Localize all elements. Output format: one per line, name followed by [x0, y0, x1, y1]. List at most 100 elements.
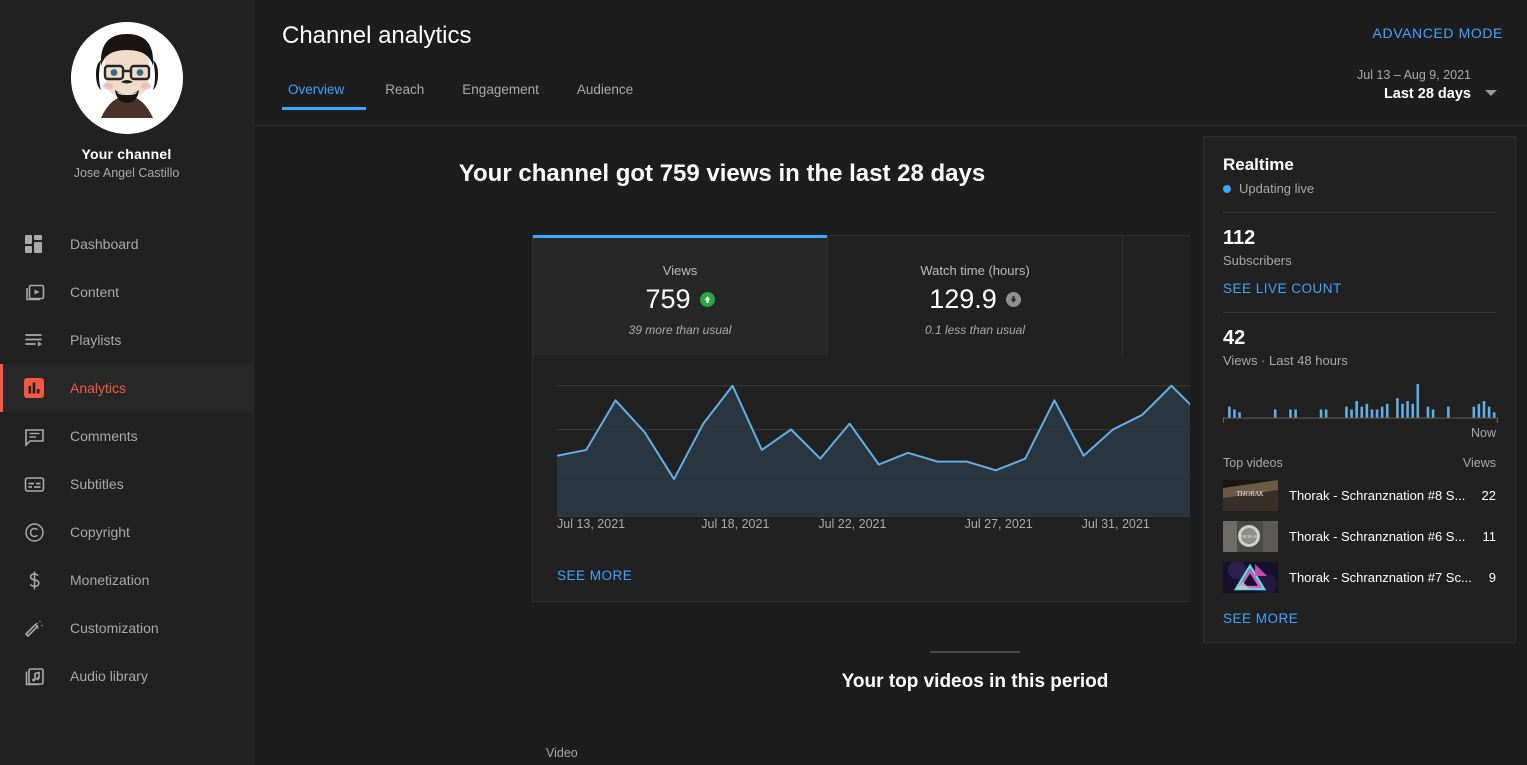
realtime-see-more-link[interactable]: SEE MORE — [1223, 611, 1496, 626]
content-icon — [22, 280, 46, 304]
svg-text:THORAK: THORAK — [1236, 490, 1264, 498]
live-dot-icon — [1223, 185, 1231, 193]
chart-see-more-link[interactable]: SEE MORE — [557, 568, 632, 583]
sidebar-item-label: Copyright — [70, 524, 130, 540]
tab-reach[interactable]: Reach — [366, 82, 443, 110]
sidebar-item-label: Dashboard — [70, 236, 139, 252]
views-chart-svg — [557, 377, 1190, 517]
realtime-views-label: Views · Last 48 hours — [1223, 353, 1496, 368]
video-thumbnail: THORAK — [1223, 480, 1278, 511]
customization-icon — [22, 616, 46, 640]
copyright-icon — [22, 520, 46, 544]
chart-x-tick: Jul 27, 2021 — [965, 517, 1033, 531]
chevron-down-icon — [1485, 90, 1497, 96]
sidebar-item-label: Content — [70, 284, 119, 300]
main-content: Channel analytics ADVANCED MODE Jul 13 –… — [254, 0, 1527, 765]
sidebar-item-label: Subtitles — [70, 476, 124, 492]
top-video-row[interactable]: THORAK Thorak - Schranznation #6 S... 11 — [1223, 521, 1496, 552]
metric-label: Views — [533, 263, 827, 278]
analytics-tabs: Overview Reach Engagement Audience — [282, 82, 652, 110]
realtime-panel: Realtime Updating live 112 Subscribers S… — [1190, 126, 1527, 765]
overview-metrics-card: Views 759 39 more than usual Watch time … — [532, 235, 1190, 602]
video-thumbnail: THORAK — [1223, 521, 1278, 552]
metric-value-group: 759 — [533, 284, 827, 315]
see-live-count-link[interactable]: SEE LIVE COUNT — [1223, 281, 1496, 296]
metric-watch-time[interactable]: Watch time (hours) 129.9 0.1 less than u… — [828, 236, 1123, 355]
sidebar-nav: Dashboard Content Playlists Analytics — [0, 220, 253, 700]
chart-x-tick: Jul 22, 2021 — [818, 517, 886, 531]
chart-x-tick: Jul 18, 2021 — [701, 517, 769, 531]
svg-text:THORAK: THORAK — [1240, 534, 1259, 539]
sidebar-item-customization[interactable]: Customization — [0, 604, 253, 652]
channel-title: Your channel — [0, 146, 253, 162]
realtime-bar-chart[interactable] — [1223, 382, 1496, 424]
sidebar-item-label: Customization — [70, 620, 159, 636]
sidebar-item-label: Analytics — [70, 380, 126, 396]
channel-block: Your channel Jose Angel Castillo — [0, 0, 253, 194]
video-title: Thorak - Schranznation #7 Sc... — [1289, 570, 1489, 585]
channel-name: Jose Angel Castillo — [0, 166, 253, 180]
sidebar-item-subtitles[interactable]: Subtitles — [0, 460, 253, 508]
realtime-views-count: 42 — [1223, 327, 1496, 350]
metric-row: Views 759 39 more than usual Watch time … — [533, 236, 1190, 355]
metric-label: Watch time (hours) — [828, 263, 1122, 278]
sidebar-item-label: Monetization — [70, 572, 149, 588]
sidebar-item-monetization[interactable]: Monetization — [0, 556, 253, 604]
tab-engagement[interactable]: Engagement — [443, 82, 558, 110]
sidebar-item-label: Playlists — [70, 332, 121, 348]
sidebar: Your channel Jose Angel Castillo Dashboa… — [0, 0, 254, 765]
sidebar-item-comments[interactable]: Comments — [0, 412, 253, 460]
realtime-subscribers-count: 112 — [1223, 227, 1496, 250]
metric-note: 39 more than usual — [533, 323, 827, 337]
column-header-video: Video — [546, 746, 578, 760]
metric-value-group: — — [1123, 284, 1190, 315]
subtitles-icon — [22, 472, 46, 496]
top-video-row[interactable]: Thorak - Schranznation #7 Sc... 9 — [1223, 562, 1496, 593]
video-views: 22 — [1482, 488, 1496, 503]
advanced-mode-button[interactable]: ADVANCED MODE — [1373, 25, 1503, 41]
top-videos-header-row: Top videos Views — [1223, 456, 1496, 470]
overview-content: Your channel got 759 views in the last 2… — [254, 126, 1190, 765]
sidebar-item-dashboard[interactable]: Dashboard — [0, 220, 253, 268]
audio-library-icon — [22, 664, 46, 688]
overview-headline: Your channel got 759 views in the last 2… — [254, 160, 1190, 188]
top-videos-header: Top videos — [1223, 456, 1283, 470]
avatar[interactable] — [71, 22, 183, 134]
live-label: Updating live — [1239, 181, 1314, 196]
top-video-row[interactable]: THORAK Thorak - Schranznation #8 S... 22 — [1223, 480, 1496, 511]
sidebar-item-label: Comments — [70, 428, 138, 444]
dashboard-icon — [22, 232, 46, 256]
monetization-icon — [22, 568, 46, 592]
realtime-card: Realtime Updating live 112 Subscribers S… — [1203, 136, 1516, 643]
chart-x-tick: Jul 13, 2021 — [557, 517, 625, 531]
date-range-text: Jul 13 – Aug 9, 2021 — [1357, 68, 1471, 82]
tab-audience[interactable]: Audience — [558, 82, 652, 110]
sidebar-item-analytics[interactable]: Analytics — [0, 364, 253, 412]
chart-x-tick: Jul 31, 2021 — [1082, 517, 1150, 531]
divider — [1223, 212, 1496, 213]
video-views: 11 — [1483, 529, 1497, 544]
metric-value: 129.9 — [929, 284, 997, 315]
video-title: Thorak - Schranznation #6 S... — [1289, 529, 1483, 544]
realtime-now-label: Now — [1223, 426, 1496, 440]
tab-overview[interactable]: Overview — [282, 82, 366, 110]
top-videos-table-header: Video Average view duration Views — [532, 720, 1190, 765]
page-title: Channel analytics — [282, 22, 1527, 50]
date-range-label: Last 28 days — [1357, 86, 1471, 102]
youtube-studio-analytics: Your channel Jose Angel Castillo Dashboa… — [0, 0, 1527, 765]
sidebar-item-copyright[interactable]: Copyright — [0, 508, 253, 556]
sidebar-item-playlists[interactable]: Playlists — [0, 316, 253, 364]
date-range-selector[interactable]: Jul 13 – Aug 9, 2021 Last 28 days — [1357, 68, 1503, 102]
video-thumbnail — [1223, 562, 1278, 593]
realtime-subscribers-label: Subscribers — [1223, 253, 1496, 268]
sidebar-item-label: Audio library — [70, 668, 148, 684]
sidebar-item-content[interactable]: Content — [0, 268, 253, 316]
metric-views[interactable]: Views 759 39 more than usual — [533, 236, 828, 355]
views-chart[interactable]: 4530150 Jul 13, 2021Jul 18, 2021Jul 22, … — [533, 355, 1190, 567]
sidebar-item-audio-library[interactable]: Audio library — [0, 652, 253, 700]
section-drag-handle[interactable] — [930, 651, 1020, 653]
metric-subscribers[interactable]: Subscribers — — [1123, 236, 1190, 355]
realtime-bars-svg — [1223, 382, 1498, 424]
column-header-avg-view-duration: Average view duration — [1172, 728, 1190, 760]
metric-value-group: 129.9 — [828, 284, 1122, 315]
